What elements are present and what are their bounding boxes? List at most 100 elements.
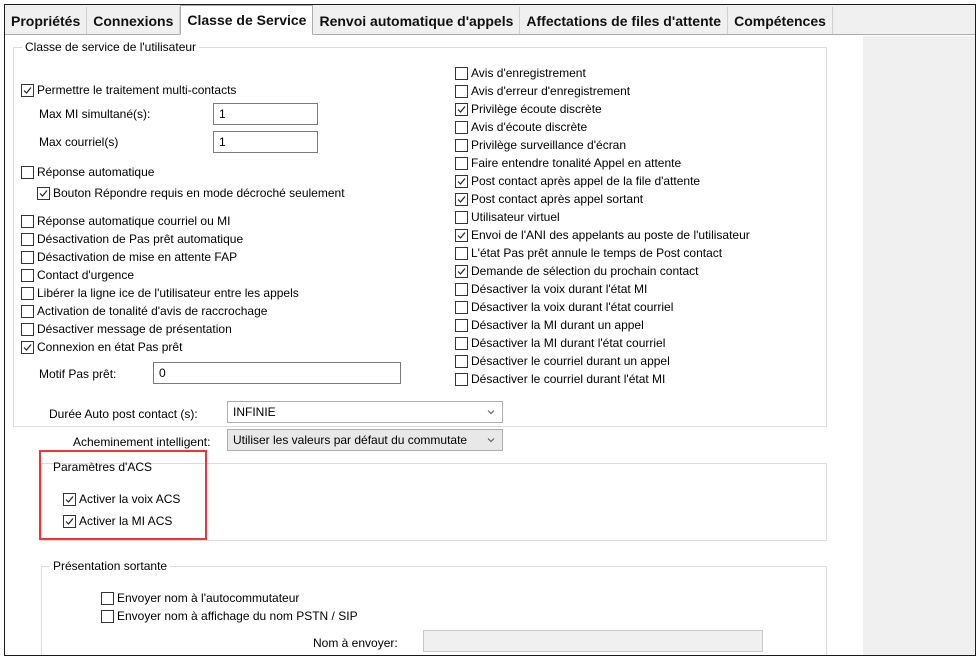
checkbox-box [21,214,34,228]
check-icon [65,495,74,503]
check-icon [23,343,32,351]
not-ready-reason-input[interactable]: 0 [153,362,401,384]
checkbox-box [455,318,468,332]
right-option-3[interactable]: Avis d'écoute discrète [455,119,587,135]
option-label: Libérer la ligne ice de l'utilisateur en… [37,286,299,300]
cos-group-title: Classe de service de l'utilisateur [22,40,200,54]
left-option-disable-auto-not-ready[interactable]: Désactivation de Pas prêt automatique [21,231,243,247]
auto-answer-checkbox[interactable]: Réponse automatique [21,164,154,180]
send-name-pstn-checkbox[interactable]: Envoyer nom à affichage du nom PSTN / SI… [101,608,358,624]
answer-button-required-label: Bouton Répondre requis en mode décroché … [53,186,345,200]
left-option-disable-hold-fap[interactable]: Désactivation de mise en attente FAP [21,249,237,265]
left-option-release-line[interactable]: Libérer la ligne ice de l'utilisateur en… [21,285,299,301]
check-icon [457,267,466,275]
max-email-label: Max courriel(s) [39,135,119,149]
option-label: Utilisateur virtuel [471,210,560,224]
left-option-emergency-contact[interactable]: Contact d'urgence [21,267,134,283]
max-im-input[interactable]: 1 [213,103,318,125]
right-option-12[interactable]: Désactiver la voix durant l'état MI [455,281,647,297]
checkbox-box [455,156,468,170]
option-label: Avis d'écoute discrète [471,120,588,134]
checkbox-box [21,268,34,282]
checkbox-box [101,591,114,605]
checkbox-box [455,264,468,278]
checkbox-box [21,250,34,264]
checkbox-box [455,228,468,242]
tab-renvoi-automatique[interactable]: Renvoi automatique d'appels [313,7,521,34]
smart-routing-select[interactable]: Utiliser les valeurs par défaut du commu… [227,429,503,451]
send-name-pbx-checkbox[interactable]: Envoyer nom à l'autocommutateur [101,590,299,606]
right-option-1[interactable]: Avis d'erreur d'enregistrement [455,83,630,99]
right-option-8[interactable]: Utilisateur virtuel [455,209,560,225]
checkbox-box [455,192,468,206]
right-option-4[interactable]: Privilège surveillance d'écran [455,137,626,153]
send-name-pbx-label: Envoyer nom à l'autocommutateur [117,591,300,605]
option-label: Connexion en état Pas prêt [37,340,183,354]
option-label: L'état Pas prêt annule le temps de Post … [471,246,723,260]
option-label: Post contact après appel de la file d'at… [471,174,701,188]
option-label: Contact d'urgence [37,268,135,282]
acs-voice-label: Activer la voix ACS [79,492,181,506]
right-option-16[interactable]: Désactiver le courriel durant un appel [455,353,670,369]
left-option-disable-presentation-message[interactable]: Désactiver message de présentation [21,321,232,337]
checkbox-box [455,66,468,80]
checkbox-box [455,336,468,350]
option-label: Désactiver message de présentation [37,322,232,336]
tab-connexions[interactable]: Connexions [87,7,181,34]
checkbox-box [21,165,34,179]
auto-post-contact-label: Durée Auto post contact (s): [49,407,198,421]
option-label: Activation de tonalité d'avis de raccroc… [37,304,268,318]
checkbox-box [455,246,468,260]
checkbox-box [455,102,468,116]
name-to-send-label: Nom à envoyer: [313,636,398,650]
max-im-label: Max MI simultané(s): [39,107,151,121]
checkbox-box [37,186,50,200]
acs-group-title: Paramètres d'ACS [53,460,152,474]
send-name-pstn-label: Envoyer nom à affichage du nom PSTN / SI… [117,609,358,623]
multi-contact-label: Permettre le traitement multi-contacts [37,83,237,97]
right-option-6[interactable]: Post contact après appel de la file d'at… [455,173,700,189]
right-option-15[interactable]: Désactiver la MI durant l'état courriel [455,335,665,351]
checkbox-box [21,340,34,354]
tab-affectations-files[interactable]: Affectations de files d'attente [520,7,729,34]
checkbox-box [455,138,468,152]
option-label: Désactiver la MI durant un appel [471,318,644,332]
right-option-0[interactable]: Avis d'enregistrement [455,65,586,81]
right-option-2[interactable]: Privilège écoute discrète [455,101,602,117]
acs-voice-checkbox[interactable]: Activer la voix ACS [63,491,180,507]
check-icon [457,195,466,203]
left-option-email-im-auto-answer[interactable]: Réponse automatique courriel ou MI [21,213,230,229]
option-label: Avis d'enregistrement [471,66,586,80]
acs-im-checkbox[interactable]: Activer la MI ACS [63,513,172,529]
name-to-send-input[interactable] [423,630,763,652]
check-icon [23,86,32,94]
answer-button-required-checkbox[interactable]: Bouton Répondre requis en mode décroché … [37,185,345,201]
max-email-input[interactable]: 1 [213,131,318,153]
left-option-login-not-ready[interactable]: Connexion en état Pas prêt [21,339,182,355]
right-option-7[interactable]: Post contact après appel sortant [455,191,643,207]
right-option-5[interactable]: Faire entendre tonalité Appel en attente [455,155,681,171]
right-option-17[interactable]: Désactiver le courriel durant l'état MI [455,371,665,387]
right-option-11[interactable]: Demande de sélection du prochain contact [455,263,698,279]
right-option-10[interactable]: L'état Pas prêt annule le temps de Post … [455,245,722,261]
option-label: Avis d'erreur d'enregistrement [471,84,631,98]
option-label: Désactiver le courriel durant un appel [471,354,670,368]
right-option-13[interactable]: Désactiver la voix durant l'état courrie… [455,299,673,315]
checkbox-box [63,514,76,528]
checkbox-box [21,286,34,300]
tab-proprietes[interactable]: Propriétés [5,7,88,34]
auto-post-contact-select[interactable]: INFINIE [227,401,503,423]
left-option-hangup-tone[interactable]: Activation de tonalité d'avis de raccroc… [21,303,267,319]
tab-classe-de-service[interactable]: Classe de Service [180,5,314,35]
checkbox-box [21,232,34,246]
checkbox-box [21,322,34,336]
option-label: Privilège surveillance d'écran [471,138,627,152]
tab-competences[interactable]: Compétences [728,7,833,34]
option-label: Désactiver la voix durant l'état MI [471,282,648,296]
option-label: Envoi de l'ANI des appelants au poste de… [471,228,750,242]
right-option-9[interactable]: Envoi de l'ANI des appelants au poste de… [455,227,750,243]
auto-answer-label: Réponse automatique [37,165,155,179]
right-option-14[interactable]: Désactiver la MI durant un appel [455,317,644,333]
multi-contact-checkbox[interactable]: Permettre le traitement multi-contacts [21,82,236,98]
check-icon [457,177,466,185]
